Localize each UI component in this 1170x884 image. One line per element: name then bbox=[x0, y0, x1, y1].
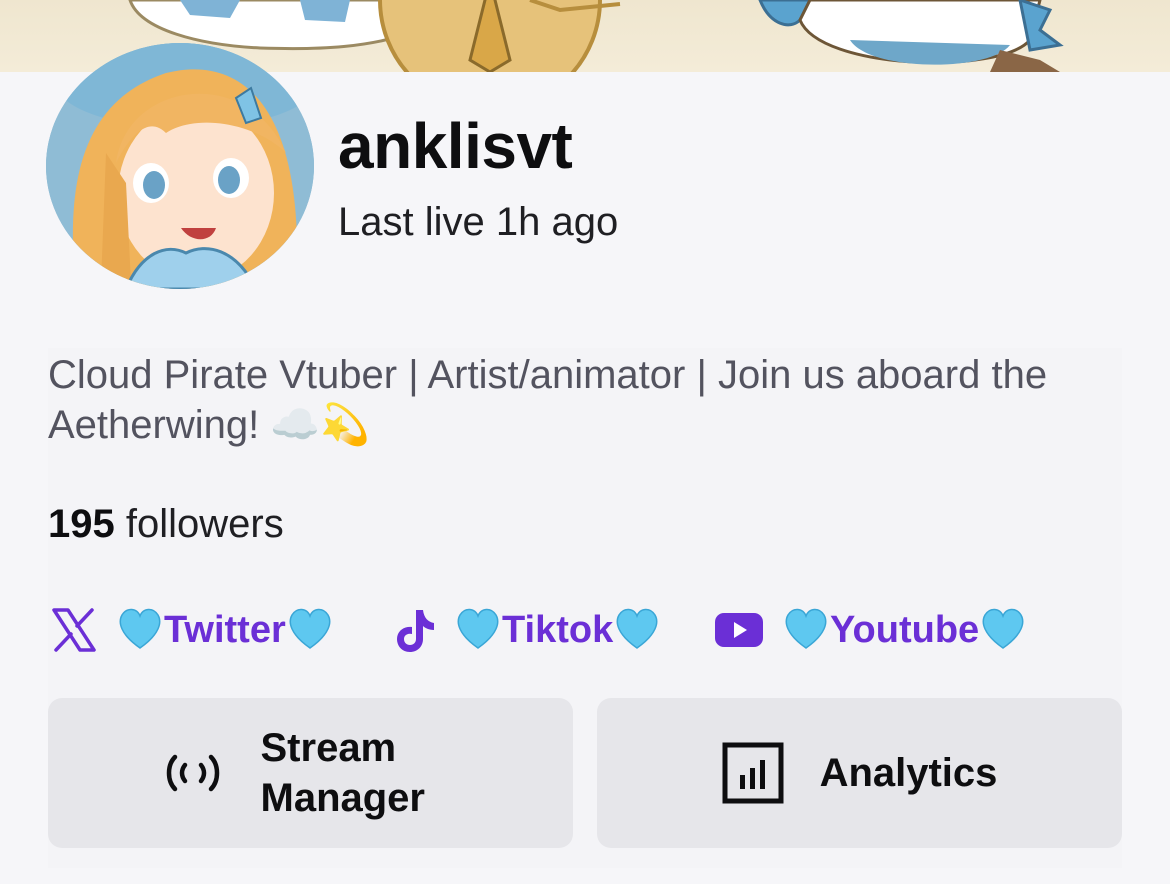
username: anklisvt bbox=[338, 110, 573, 182]
avatar[interactable] bbox=[46, 43, 314, 289]
analytics-icon bbox=[722, 742, 784, 804]
blue-heart-icon bbox=[782, 606, 830, 655]
blue-heart-icon bbox=[979, 606, 1027, 655]
youtube-icon bbox=[714, 612, 764, 648]
followers-number: 195 bbox=[48, 502, 115, 546]
social-link-label: Twitter bbox=[164, 608, 286, 651]
blue-heart-icon bbox=[454, 606, 502, 655]
profile-page: anklisvt Last live 1h ago Cloud Pirate V… bbox=[0, 0, 1170, 884]
broadcast-icon bbox=[161, 751, 225, 795]
social-link-youtube[interactable]: Youtube bbox=[714, 604, 1027, 656]
social-link-tiktok[interactable]: Tiktok bbox=[394, 604, 661, 656]
tiktok-icon bbox=[394, 606, 436, 654]
last-live-status: Last live 1h ago bbox=[338, 200, 619, 244]
x-icon bbox=[50, 606, 98, 654]
social-link-twitter[interactable]: Twitter bbox=[50, 604, 334, 656]
stream-manager-button[interactable]: Stream Manager bbox=[48, 698, 573, 848]
analytics-label: Analytics bbox=[819, 751, 998, 795]
social-link-label: Tiktok bbox=[502, 608, 614, 651]
stream-manager-label: Stream Manager bbox=[260, 726, 426, 820]
analytics-button[interactable]: Analytics bbox=[597, 698, 1122, 848]
followers-count: 195 followers bbox=[48, 500, 284, 548]
social-link-label: Youtube bbox=[830, 608, 980, 651]
blue-heart-icon bbox=[116, 606, 164, 655]
profile-bio: Cloud Pirate Vtuber | Artist/animator | … bbox=[48, 353, 1048, 447]
followers-label: followers bbox=[114, 502, 284, 546]
blue-heart-icon bbox=[613, 606, 661, 655]
blue-heart-icon bbox=[286, 606, 334, 655]
